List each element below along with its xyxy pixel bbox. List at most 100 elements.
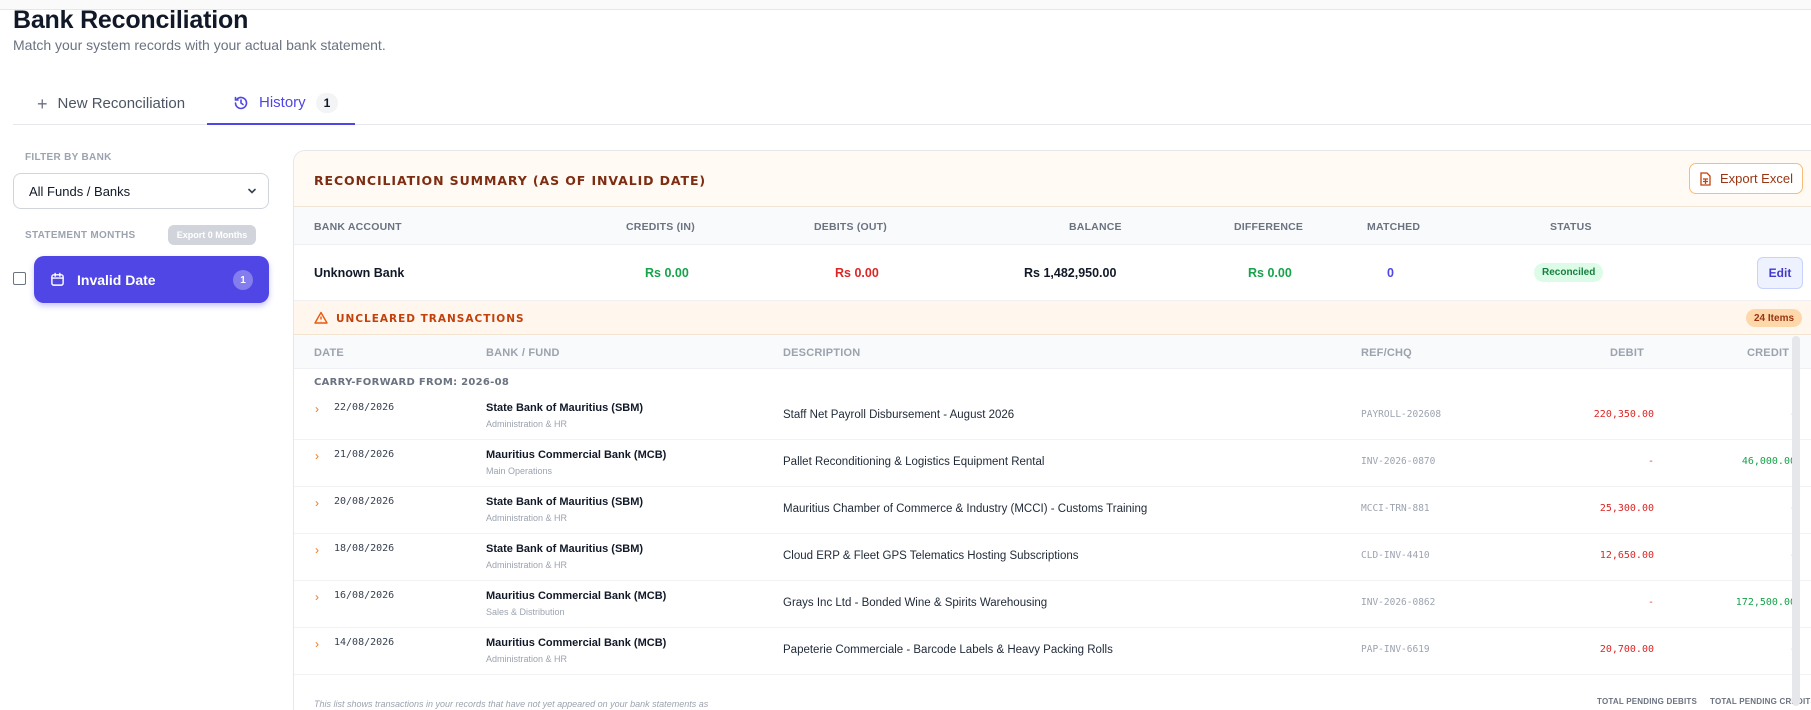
uncleared-title: UNCLEARED TRANSACTIONS	[336, 313, 525, 325]
col-difference: DIFFERENCE	[1234, 221, 1304, 233]
row-date: 22/08/2026	[334, 402, 395, 413]
row-ref: MCCI-TRN-881	[1361, 503, 1430, 514]
expand-chevron-icon[interactable]: ›	[315, 543, 319, 557]
page-subtitle: Match your system records with your actu…	[13, 37, 386, 53]
row-debit: 220,350.00	[1593, 409, 1654, 420]
row-ref: INV-2026-0870	[1361, 456, 1436, 467]
row-credit: 46,000.00	[1741, 456, 1796, 467]
col-matched: MATCHED	[1367, 221, 1421, 233]
row-bank: State Bank of Mauritius (SBM)	[486, 543, 644, 555]
month-item-invalid-date[interactable]: Invalid Date 1	[34, 256, 269, 303]
tab-count-badge: 1	[315, 92, 339, 113]
spreadsheet-icon	[1700, 171, 1711, 186]
row-debit: -	[1647, 597, 1654, 608]
vertical-scrollbar[interactable]	[1792, 336, 1800, 706]
expand-chevron-icon[interactable]: ›	[315, 449, 319, 463]
uncleared-transactions-bar: UNCLEARED TRANSACTIONS 24 Items	[294, 301, 1811, 335]
tab-label: New Reconciliation	[57, 95, 186, 112]
month-item-count: 1	[233, 270, 253, 290]
row-bank: State Bank of Mauritius (SBM)	[486, 496, 644, 508]
row-debit: 25,300.00	[1599, 503, 1654, 514]
row-date: 14/08/2026	[334, 637, 395, 648]
export-excel-button[interactable]: Export Excel	[1689, 163, 1803, 194]
summary-difference: Rs 0.00	[1248, 266, 1292, 280]
row-ref: CLD-INV-4410	[1361, 550, 1430, 561]
table-row[interactable]: › 20/08/2026 State Bank of Mauritius (SB…	[294, 487, 1811, 534]
bank-filter-select[interactable]: All Funds / Banks	[13, 173, 269, 209]
table-row[interactable]: › 14/08/2026 Mauritius Commercial Bank (…	[294, 628, 1811, 675]
col-debit: DEBIT	[1610, 347, 1644, 359]
row-ref: INV-2026-0862	[1361, 597, 1436, 608]
tab-label: History	[259, 94, 306, 111]
reconciliation-panel: RECONCILIATION SUMMARY (AS OF INVALID DA…	[293, 150, 1811, 710]
table-row[interactable]: › 21/08/2026 Mauritius Commercial Bank (…	[294, 440, 1811, 487]
row-date: 16/08/2026	[334, 590, 395, 601]
status-badge: Reconciled	[1534, 263, 1604, 282]
row-fund: Administration & HR	[486, 560, 568, 570]
statement-months-label: STATEMENT MONTHS	[25, 230, 136, 241]
row-description: Papeterie Commerciale - Barcode Labels &…	[783, 644, 1113, 656]
carry-forward-label: CARRY-FORWARD FROM: 2026-08	[314, 377, 510, 388]
row-fund: Administration & HR	[486, 654, 568, 664]
row-fund: Administration & HR	[486, 513, 568, 523]
summary-header-bar: RECONCILIATION SUMMARY (AS OF INVALID DA…	[294, 151, 1811, 207]
row-date: 21/08/2026	[334, 449, 395, 460]
summary-row: Unknown Bank Rs 0.00 Rs 0.00 Rs 1,482,95…	[294, 245, 1811, 301]
expand-chevron-icon[interactable]: ›	[315, 637, 319, 651]
table-row[interactable]: › 22/08/2026 State Bank of Mauritius (SB…	[294, 393, 1811, 440]
row-credit: 172,500.00	[1735, 597, 1796, 608]
tab-history[interactable]: History 1	[207, 82, 355, 125]
row-description: Pallet Reconditioning & Logistics Equipm…	[783, 456, 1045, 468]
row-fund: Main Operations	[486, 466, 553, 476]
col-date: DATE	[314, 347, 344, 359]
export-months-button[interactable]: Export 0 Months	[168, 225, 256, 245]
col-credits: CREDITS (IN)	[626, 221, 695, 233]
top-border	[0, 0, 1811, 10]
col-description: DESCRIPTION	[783, 347, 861, 359]
expand-chevron-icon[interactable]: ›	[315, 590, 319, 604]
total-pending-debits-label: TOTAL PENDING DEBITS	[1597, 697, 1698, 706]
tab-new-reconciliation[interactable]: + New Reconciliation	[37, 82, 185, 125]
edit-button[interactable]: Edit	[1757, 257, 1803, 289]
table-row[interactable]: › 16/08/2026 Mauritius Commercial Bank (…	[294, 581, 1811, 628]
row-debit: 20,700.00	[1599, 644, 1654, 655]
page-title: Bank Reconciliation	[13, 6, 249, 34]
row-description: Staff Net Payroll Disbursement - August …	[783, 409, 1015, 421]
warning-icon	[314, 311, 328, 324]
transactions-table-header: DATE BANK / FUND DESCRIPTION REF/CHQ DEB…	[294, 335, 1811, 369]
footnote-text: This list shows transactions in your rec…	[314, 699, 709, 709]
summary-title: RECONCILIATION SUMMARY (AS OF INVALID DA…	[314, 173, 707, 188]
row-date: 18/08/2026	[334, 543, 395, 554]
items-count-badge: 24 Items	[1746, 309, 1803, 327]
table-row[interactable]: › 18/08/2026 State Bank of Mauritius (SB…	[294, 534, 1811, 581]
history-icon	[234, 96, 248, 109]
row-bank: Mauritius Commercial Bank (MCB)	[486, 637, 667, 649]
row-fund: Administration & HR	[486, 419, 568, 429]
chevron-down-icon	[248, 188, 256, 194]
month-item-label: Invalid Date	[77, 271, 156, 288]
tab-bar: + New Reconciliation History 1	[13, 82, 1811, 125]
col-debits: DEBITS (OUT)	[814, 221, 887, 233]
col-credit: CREDIT	[1747, 347, 1790, 359]
col-status: STATUS	[1550, 221, 1592, 233]
summary-matched: 0	[1387, 266, 1394, 280]
row-bank: State Bank of Mauritius (SBM)	[486, 402, 644, 414]
row-fund: Sales & Distribution	[486, 607, 565, 617]
col-bank-fund: BANK / FUND	[486, 347, 560, 359]
calendar-icon	[51, 272, 64, 286]
filter-by-bank-label: FILTER BY BANK	[25, 152, 112, 163]
month-checkbox[interactable]	[13, 272, 26, 285]
row-description: Cloud ERP & Fleet GPS Telematics Hosting…	[783, 550, 1079, 562]
row-ref: PAP-INV-6619	[1361, 644, 1430, 655]
summary-bank-account: Unknown Bank	[314, 266, 405, 280]
row-description: Grays Inc Ltd - Bonded Wine & Spirits Wa…	[783, 597, 1048, 609]
expand-chevron-icon[interactable]: ›	[315, 496, 319, 510]
expand-chevron-icon[interactable]: ›	[315, 402, 319, 416]
summary-credits: Rs 0.00	[645, 266, 689, 280]
row-ref: PAYROLL-202608	[1361, 409, 1442, 420]
row-debit: -	[1647, 456, 1654, 467]
export-excel-label: Export Excel	[1720, 171, 1793, 186]
row-debit: 12,650.00	[1599, 550, 1654, 561]
bank-filter-value: All Funds / Banks	[29, 183, 131, 199]
col-bank-account: BANK ACCOUNT	[314, 221, 402, 233]
